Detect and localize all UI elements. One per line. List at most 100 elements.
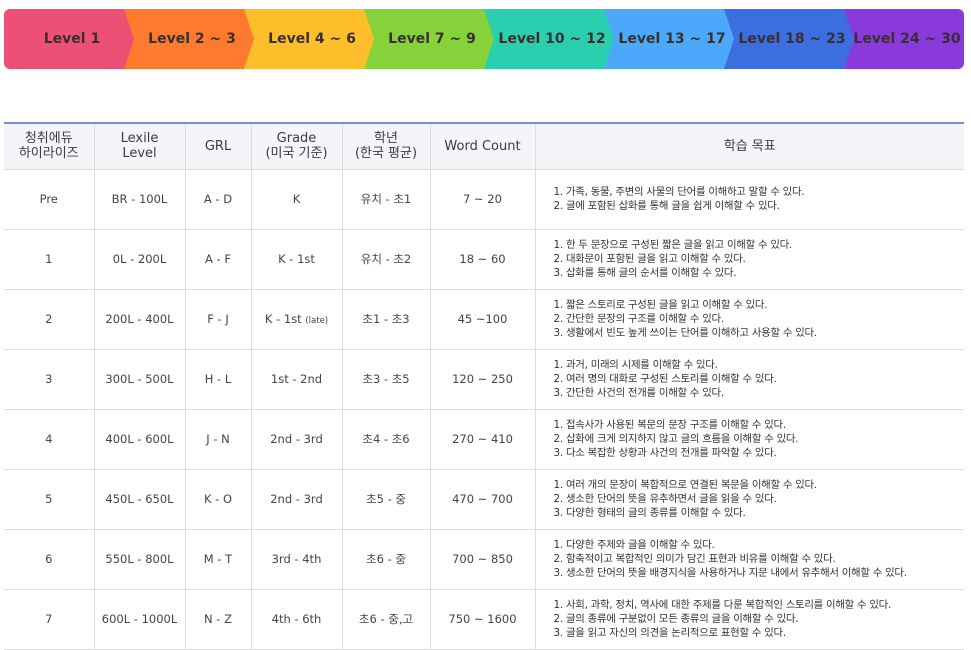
level-segment-label: Level 4 ~ 6 [268, 31, 356, 47]
header-word-count: Word Count [430, 122, 536, 170]
cell-lexile-text: 450L - 650L [105, 492, 174, 506]
level-comparison-table: 청취에듀 하이라이즈 Lexile Level GRL Grade (미국 기준) 학년 (한국… [4, 122, 964, 650]
cell-learning-goals: 1. 다양한 주제와 글을 이해할 수 있다. 2. 함축적이고 복합적인 의미가… [535, 529, 964, 590]
table-row: Pre BR - 100L A - D K 유치 - 초1 7 ~ 20 1. 가족, 동물… [4, 169, 964, 230]
learning-goal-item: 1. 가족, 동물, 주변의 사물의 단어를 이해하고 말할 수 있다. [553, 186, 805, 198]
cell-lexile-text: 600L - 1000L [101, 612, 178, 626]
cell-highrise-level: 2 [4, 289, 95, 350]
cell-lexile: 400L - 600L [94, 409, 186, 470]
cell-grade-us-text: K - 1st [264, 312, 302, 326]
header-learning-goals: 학습 목표 [535, 122, 964, 170]
cell-grl: J - N [185, 409, 252, 470]
grade-note: (late) [305, 316, 329, 326]
table-row: 7 600L - 1000L N - Z 4th - 6th 초6 - 중,고 750 ~… [4, 589, 964, 650]
cell-learning-goals: 1. 짧은 스토리로 구성된 글을 읽고 이해할 수 있다. 2. 간단한 문장의… [535, 289, 964, 350]
learning-goal-item: 2. 글에 포함된 삽화를 통해 글을 쉽게 이해할 수 있다. [553, 200, 780, 212]
cell-grade-korea-text: 유치 - 초1 [360, 192, 412, 206]
learning-goal-item: 1. 한 두 문장으로 구성된 짧은 글을 읽고 이해할 수 있다. [553, 239, 793, 251]
level-segment: Level 2 ~ 3 [124, 9, 254, 69]
cell-grade-us: 3rd - 4th [251, 529, 343, 590]
cell-grl: N - Z [185, 589, 252, 650]
cell-grade-us-text: 4th - 6th [271, 612, 322, 626]
cell-highrise-level: 7 [4, 589, 95, 650]
cell-grade-us: K - 1st [251, 229, 343, 290]
cell-word-count-text: 45 ~100 [457, 312, 508, 326]
cell-word-count-text: 750 ~ 1600 [448, 612, 517, 626]
level-segment-label: Level 2 ~ 3 [148, 31, 236, 47]
cell-grl-text: H - L [204, 372, 232, 386]
cell-lexile: 300L - 500L [94, 349, 186, 410]
cell-lexile: BR - 100L [94, 169, 186, 230]
cell-highrise-level: Pre [4, 169, 95, 230]
header-text: Lexile [120, 131, 159, 147]
level-segment: Level 1 [4, 9, 134, 69]
cell-grade-korea: 유치 - 초1 [342, 169, 431, 230]
cell-learning-goals: 1. 여러 개의 문장이 복합적으로 연결된 복문을 이해할 수 있다. 2. 생… [535, 469, 964, 530]
cell-grade-korea: 초4 - 초6 [342, 409, 431, 470]
cell-word-count: 470 ~ 700 [430, 469, 536, 530]
cell-word-count: 750 ~ 1600 [430, 589, 536, 650]
table-row: 2 200L - 400L F - J K - 1st (late) 초1 - 초3 45… [4, 289, 964, 350]
cell-grade-us: K - 1st (late) [251, 289, 343, 350]
header-subtext: 하이라이즈 [18, 146, 79, 162]
cell-grade-us-text: K - 1st [278, 252, 315, 266]
cell-grade-korea-text: 초6 - 중,고 [358, 612, 414, 626]
header-grade-korea: 학년 (한국 평균) [342, 122, 431, 170]
header-text: Grade [276, 131, 317, 147]
learning-goal-item: 1. 사회, 과학, 정치, 역사에 대한 주제를 다룬 복합적인 스토리를 이… [553, 599, 892, 611]
level-segment: Level 13 ~ 17 [604, 9, 734, 69]
header-text: 청취에듀 [24, 131, 73, 147]
level-segment-label: Level 18 ~ 23 [738, 31, 846, 47]
level-segment-label: Level 13 ~ 17 [618, 31, 726, 47]
cell-lexile: 600L - 1000L [94, 589, 186, 650]
learning-goal-item: 1. 접속사가 사용된 복문의 문장 구조를 이해할 수 있다. [553, 419, 787, 431]
cell-grade-korea-text: 초5 - 중 [366, 492, 406, 506]
cell-grl: A - D [185, 169, 252, 230]
cell-learning-goals: 1. 가족, 동물, 주변의 사물의 단어를 이해하고 말할 수 있다. 2. 글… [535, 169, 964, 230]
cell-word-count: 18 ~ 60 [430, 229, 536, 290]
header-highrise-level: 청취에듀 하이라이즈 [4, 122, 95, 170]
header-subtext: (한국 평균) [354, 146, 418, 162]
cell-word-count-text: 270 ~ 410 [452, 432, 513, 446]
cell-grl: A - F [185, 229, 252, 290]
learning-goal-item: 3. 다양한 형태의 글의 종류를 이해할 수 있다. [553, 507, 746, 519]
level-segment-label: Level 7 ~ 9 [388, 31, 476, 47]
table-row: 4 400L - 600L J - N 2nd - 3rd 초4 - 초6 270 ~ 4… [4, 409, 964, 470]
cell-word-count-text: 470 ~ 700 [452, 492, 513, 506]
level-segment-label: Level 10 ~ 12 [498, 31, 606, 47]
cell-learning-goals: 1. 접속사가 사용된 복문의 문장 구조를 이해할 수 있다. 2. 삽화에 크… [535, 409, 964, 470]
cell-grade-korea: 유치 - 초2 [342, 229, 431, 290]
learning-goal-item: 2. 생소한 단어의 뜻을 유추하면서 글을 읽을 수 있다. [553, 493, 777, 505]
cell-highrise-level-text: Pre [39, 192, 58, 206]
cell-highrise-level-text: 7 [45, 612, 53, 626]
learning-goal-item: 3. 생활에서 빈도 높게 쓰이는 단어를 이해하고 사용할 수 있다. [553, 327, 818, 339]
cell-grl-text: M - T [203, 552, 233, 566]
level-segment-label: Level 1 [43, 31, 101, 47]
cell-highrise-level-text: 4 [45, 432, 53, 446]
cell-highrise-level-text: 6 [45, 552, 53, 566]
cell-highrise-level: 5 [4, 469, 95, 530]
learning-goal-item: 2. 삽화에 크게 의지하지 않고 글의 흐름을 이해할 수 있다. [553, 433, 799, 445]
cell-word-count-text: 700 ~ 850 [452, 552, 513, 566]
learning-goal-item: 3. 생소한 단어의 뜻을 배경지식을 사용하거나 지문 내에서 유추해서 이해… [553, 567, 908, 579]
cell-word-count: 7 ~ 20 [430, 169, 536, 230]
cell-grade-us: 2nd - 3rd [251, 409, 343, 470]
learning-goal-item: 2. 여러 명의 대화로 구성된 스토리를 이해할 수 있다. [553, 373, 777, 385]
level-segment: Level 18 ~ 23 [724, 9, 854, 69]
level-segment-label: Level 24 ~ 30 [853, 31, 961, 47]
cell-grade-us-text: 1st - 2nd [270, 372, 323, 386]
cell-grl: H - L [185, 349, 252, 410]
cell-lexile-text: 200L - 400L [105, 312, 174, 326]
level-progression-bar: Level 1 Level 2 ~ 3 Level 4 ~ 6 Level 7 ~ 9… [4, 9, 964, 69]
learning-goal-item: 3. 간단한 사건의 전개를 이해할 수 있다. [553, 387, 725, 399]
cell-lexile: 550L - 800L [94, 529, 186, 590]
table-row: 5 450L - 650L K - O 2nd - 3rd 초5 - 중 470 ~ 70… [4, 469, 964, 530]
table-row: 3 300L - 500L H - L 1st - 2nd 초3 - 초5 120 ~ 2… [4, 349, 964, 410]
cell-grade-us: 2nd - 3rd [251, 469, 343, 530]
cell-highrise-level-text: 5 [45, 492, 53, 506]
cell-grl-text: A - F [205, 252, 231, 266]
level-segment: Level 24 ~ 30 [844, 9, 964, 69]
cell-word-count: 45 ~100 [430, 289, 536, 350]
cell-lexile-text: 550L - 800L [105, 552, 174, 566]
cell-word-count: 120 ~ 250 [430, 349, 536, 410]
